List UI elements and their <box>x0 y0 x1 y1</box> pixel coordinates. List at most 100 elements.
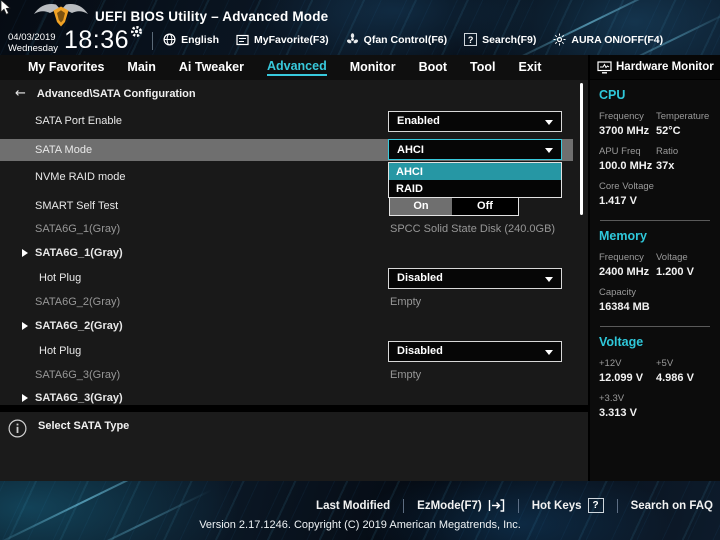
version-line: Version 2.17.1246. Copyright (C) 2019 Am… <box>199 519 521 531</box>
cpu-freq-temp-row: Frequency 3700 MHz Temperature 52°C <box>599 111 711 137</box>
help-text: Select SATA Type <box>38 420 130 432</box>
app-title: UEFI BIOS Utility – Advanced Mode <box>95 9 329 24</box>
device-value: SPCC Solid State Disk (240.0GB) <box>390 223 556 235</box>
qfan-label: Qfan Control(F6) <box>363 33 448 46</box>
device-value: Empty <box>390 369 422 381</box>
exit-to-ezmode-icon <box>488 499 504 512</box>
settings-panel: ← Advanced\SATA Configuration SATA Port … <box>0 80 588 481</box>
search-on-faq-button[interactable]: Search on FAQ <box>631 500 713 512</box>
monitor-icon <box>597 60 612 74</box>
top-bar: UEFI BIOS Utility – Advanced Mode 04/03/… <box>0 0 720 55</box>
dropdown-value: Enabled <box>397 115 440 127</box>
aura-button[interactable]: AURA ON/OFF(F4) <box>553 33 663 46</box>
background-streak <box>67 489 213 540</box>
cpu-temperature-value: 52°C <box>656 125 681 137</box>
tab-exit[interactable]: Exit <box>518 60 541 75</box>
hot-keys-button[interactable]: Hot Keys ? <box>532 498 604 513</box>
setting-label: SATA6G_2(Gray) <box>35 296 121 308</box>
ezmode-label: EzMode(F7) <box>417 499 482 512</box>
hot-plug-1-dropdown[interactable]: Disabled <box>388 267 562 289</box>
weekday-value: Wednesday <box>8 43 58 54</box>
tab-advanced[interactable]: Advanced <box>266 59 327 76</box>
row-sata-mode[interactable]: SATA Mode AHCI <box>0 139 573 161</box>
top-bar-row: 04/03/2019 Wednesday 18:36 English MyFav… <box>8 25 680 54</box>
sata-port-enable-dropdown[interactable]: Enabled <box>388 110 562 132</box>
v33-value: 3.313 V <box>599 407 637 419</box>
hardware-monitor-header: Hardware Monitor <box>590 55 720 80</box>
last-modified-button[interactable]: Last Modified <box>316 500 390 512</box>
hot-plug-2-dropdown[interactable]: Disabled <box>388 340 562 362</box>
apu-freq-value: 100.0 MHz <box>599 160 653 172</box>
submenu-arrow-icon <box>22 394 28 402</box>
hardware-monitor-title: Hardware Monitor <box>616 61 714 73</box>
favorites-icon <box>236 34 249 45</box>
option-ahci[interactable]: AHCI <box>389 163 561 180</box>
ezmode-button[interactable]: EzMode(F7) <box>417 499 505 512</box>
submenu-arrow-icon <box>22 322 28 330</box>
sata-mode-option-list: AHCI RAID <box>388 162 562 198</box>
row-smart-self-test: SMART Self Test On Off <box>0 196 588 216</box>
tuf-logo-icon <box>34 4 88 27</box>
submenu-label: SATA6G_2(Gray) <box>35 320 123 332</box>
row-sata6g1-submenu[interactable]: SATA6G_1(Gray) <box>0 245 588 261</box>
clock[interactable]: 18:36 <box>64 27 129 53</box>
voltage-3v3-row: +3.3V 3.313 V <box>599 393 711 419</box>
row-sata-port-enable: SATA Port Enable Enabled <box>0 108 588 134</box>
submenu-label: SATA6G_3(Gray) <box>35 392 123 404</box>
memory-freq-voltage-row: Frequency 2400 MHz Voltage 1.200 V <box>599 252 711 278</box>
tab-main[interactable]: Main <box>127 60 155 75</box>
myfavorite-button[interactable]: MyFavorite(F3) <box>236 34 329 46</box>
globe-icon <box>163 33 176 46</box>
row-sata6g2-submenu[interactable]: SATA6G_2(Gray) <box>0 318 588 334</box>
tab-tool[interactable]: Tool <box>470 60 495 75</box>
memory-frequency-label: Frequency <box>599 252 644 263</box>
tab-boot[interactable]: Boot <box>419 60 447 75</box>
submenu-arrow-icon <box>22 249 28 257</box>
hot-keys-label: Hot Keys <box>531 499 582 512</box>
toggle-on-segment[interactable]: On <box>390 197 452 215</box>
dropdown-value: Disabled <box>397 345 443 357</box>
core-voltage-label: Core Voltage <box>599 181 654 192</box>
section-divider <box>600 326 710 327</box>
dropdown-value: Disabled <box>397 272 443 284</box>
row-sata6g1-status: SATA6G_1(Gray) SPCC Solid State Disk (24… <box>0 221 588 237</box>
device-value: Empty <box>390 296 422 308</box>
mouse-cursor <box>0 0 11 15</box>
toggle-off-segment[interactable]: Off <box>452 197 518 215</box>
breadcrumb[interactable]: ← Advanced\SATA Configuration <box>15 86 196 101</box>
tab-ai-tweaker[interactable]: Ai Tweaker <box>179 60 244 75</box>
language-button[interactable]: English <box>163 33 219 46</box>
search-faq-label: Search on FAQ <box>630 499 713 512</box>
memory-capacity-row: Capacity 16384 MB <box>599 287 711 313</box>
last-modified-label: Last Modified <box>316 499 391 512</box>
chevron-down-icon <box>545 349 553 355</box>
chevron-down-icon <box>545 119 553 125</box>
row-sata6g3-submenu[interactable]: SATA6G_3(Gray) <box>0 390 588 406</box>
chevron-down-icon <box>545 148 553 153</box>
option-raid[interactable]: RAID <box>389 180 561 197</box>
breadcrumb-label: Advanced\SATA Configuration <box>36 87 196 100</box>
question-box-icon: ? <box>464 33 478 46</box>
qfan-control-button[interactable]: Qfan Control(F6) <box>346 33 447 46</box>
footer-divider <box>403 498 405 513</box>
date-block[interactable]: 04/03/2019 Wednesday <box>8 32 58 54</box>
footer-bar: Last Modified EzMode(F7) Hot Keys ? Sear… <box>0 498 713 513</box>
back-arrow-icon[interactable]: ← <box>15 86 26 101</box>
footer-divider <box>517 498 519 513</box>
language-label: English <box>181 33 219 46</box>
setting-label: NVMe RAID mode <box>35 171 126 183</box>
scrollbar[interactable] <box>580 83 583 215</box>
submenu-label: SATA6G_1(Gray) <box>35 247 123 259</box>
voltage-12v-5v-row: +12V 12.099 V +5V 4.986 V <box>599 358 711 384</box>
v12-label: +12V <box>599 358 622 369</box>
cpu-apu-ratio-row: APU Freq 100.0 MHz Ratio 37x <box>599 146 711 172</box>
gear-icon[interactable] <box>130 25 143 38</box>
v12-value: 12.099 V <box>599 372 644 384</box>
sata-mode-dropdown[interactable]: AHCI <box>388 139 562 160</box>
ratio-label: Ratio <box>656 146 679 157</box>
search-button[interactable]: ? Search(F9) <box>464 33 536 46</box>
tab-my-favorites[interactable]: My Favorites <box>28 60 104 75</box>
tab-monitor[interactable]: Monitor <box>350 60 396 75</box>
fan-icon <box>346 33 358 44</box>
smart-self-test-toggle[interactable]: On Off <box>389 196 519 216</box>
